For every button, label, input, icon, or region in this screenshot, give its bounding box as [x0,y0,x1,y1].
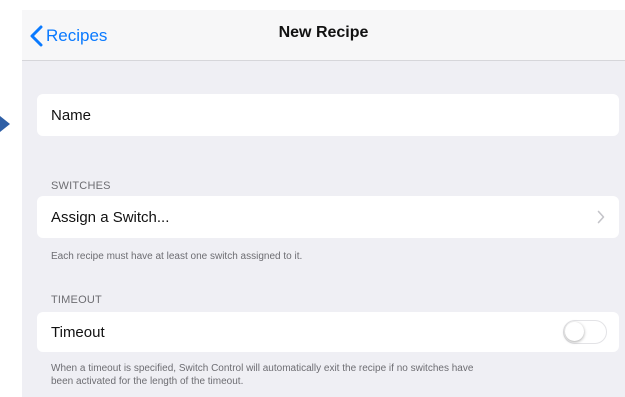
timeout-row: Timeout [37,312,619,352]
page-title: New Recipe [278,24,369,41]
timeout-footer-line-1: When a timeout is specified, Switch Cont… [51,363,474,374]
switches-section-header: SWITCHES [51,180,111,192]
assign-switch-label: Assign a Switch... [51,208,170,226]
ipad-screen: Recipes New Recipe Name SWITCHES Assign … [22,10,625,397]
assign-switch-row[interactable]: Assign a Switch... [37,196,619,238]
name-field[interactable]: Name [37,94,619,136]
timeout-label: Timeout [51,323,105,341]
timeout-toggle[interactable] [563,320,607,344]
chevron-right-icon [597,210,605,229]
timeout-section-footer: When a timeout is specified, Switch Cont… [51,362,611,388]
timeout-footer-line-2: been activated for the length of the tim… [51,376,244,387]
timeout-section-header: TIMEOUT [51,294,102,306]
switches-section-footer: Each recipe must have at least one switc… [51,251,303,262]
name-field-placeholder: Name [51,106,92,124]
pointer-arrow-icon [0,116,10,132]
toggle-knob [565,322,584,341]
navigation-bar: Recipes New Recipe [22,10,625,61]
